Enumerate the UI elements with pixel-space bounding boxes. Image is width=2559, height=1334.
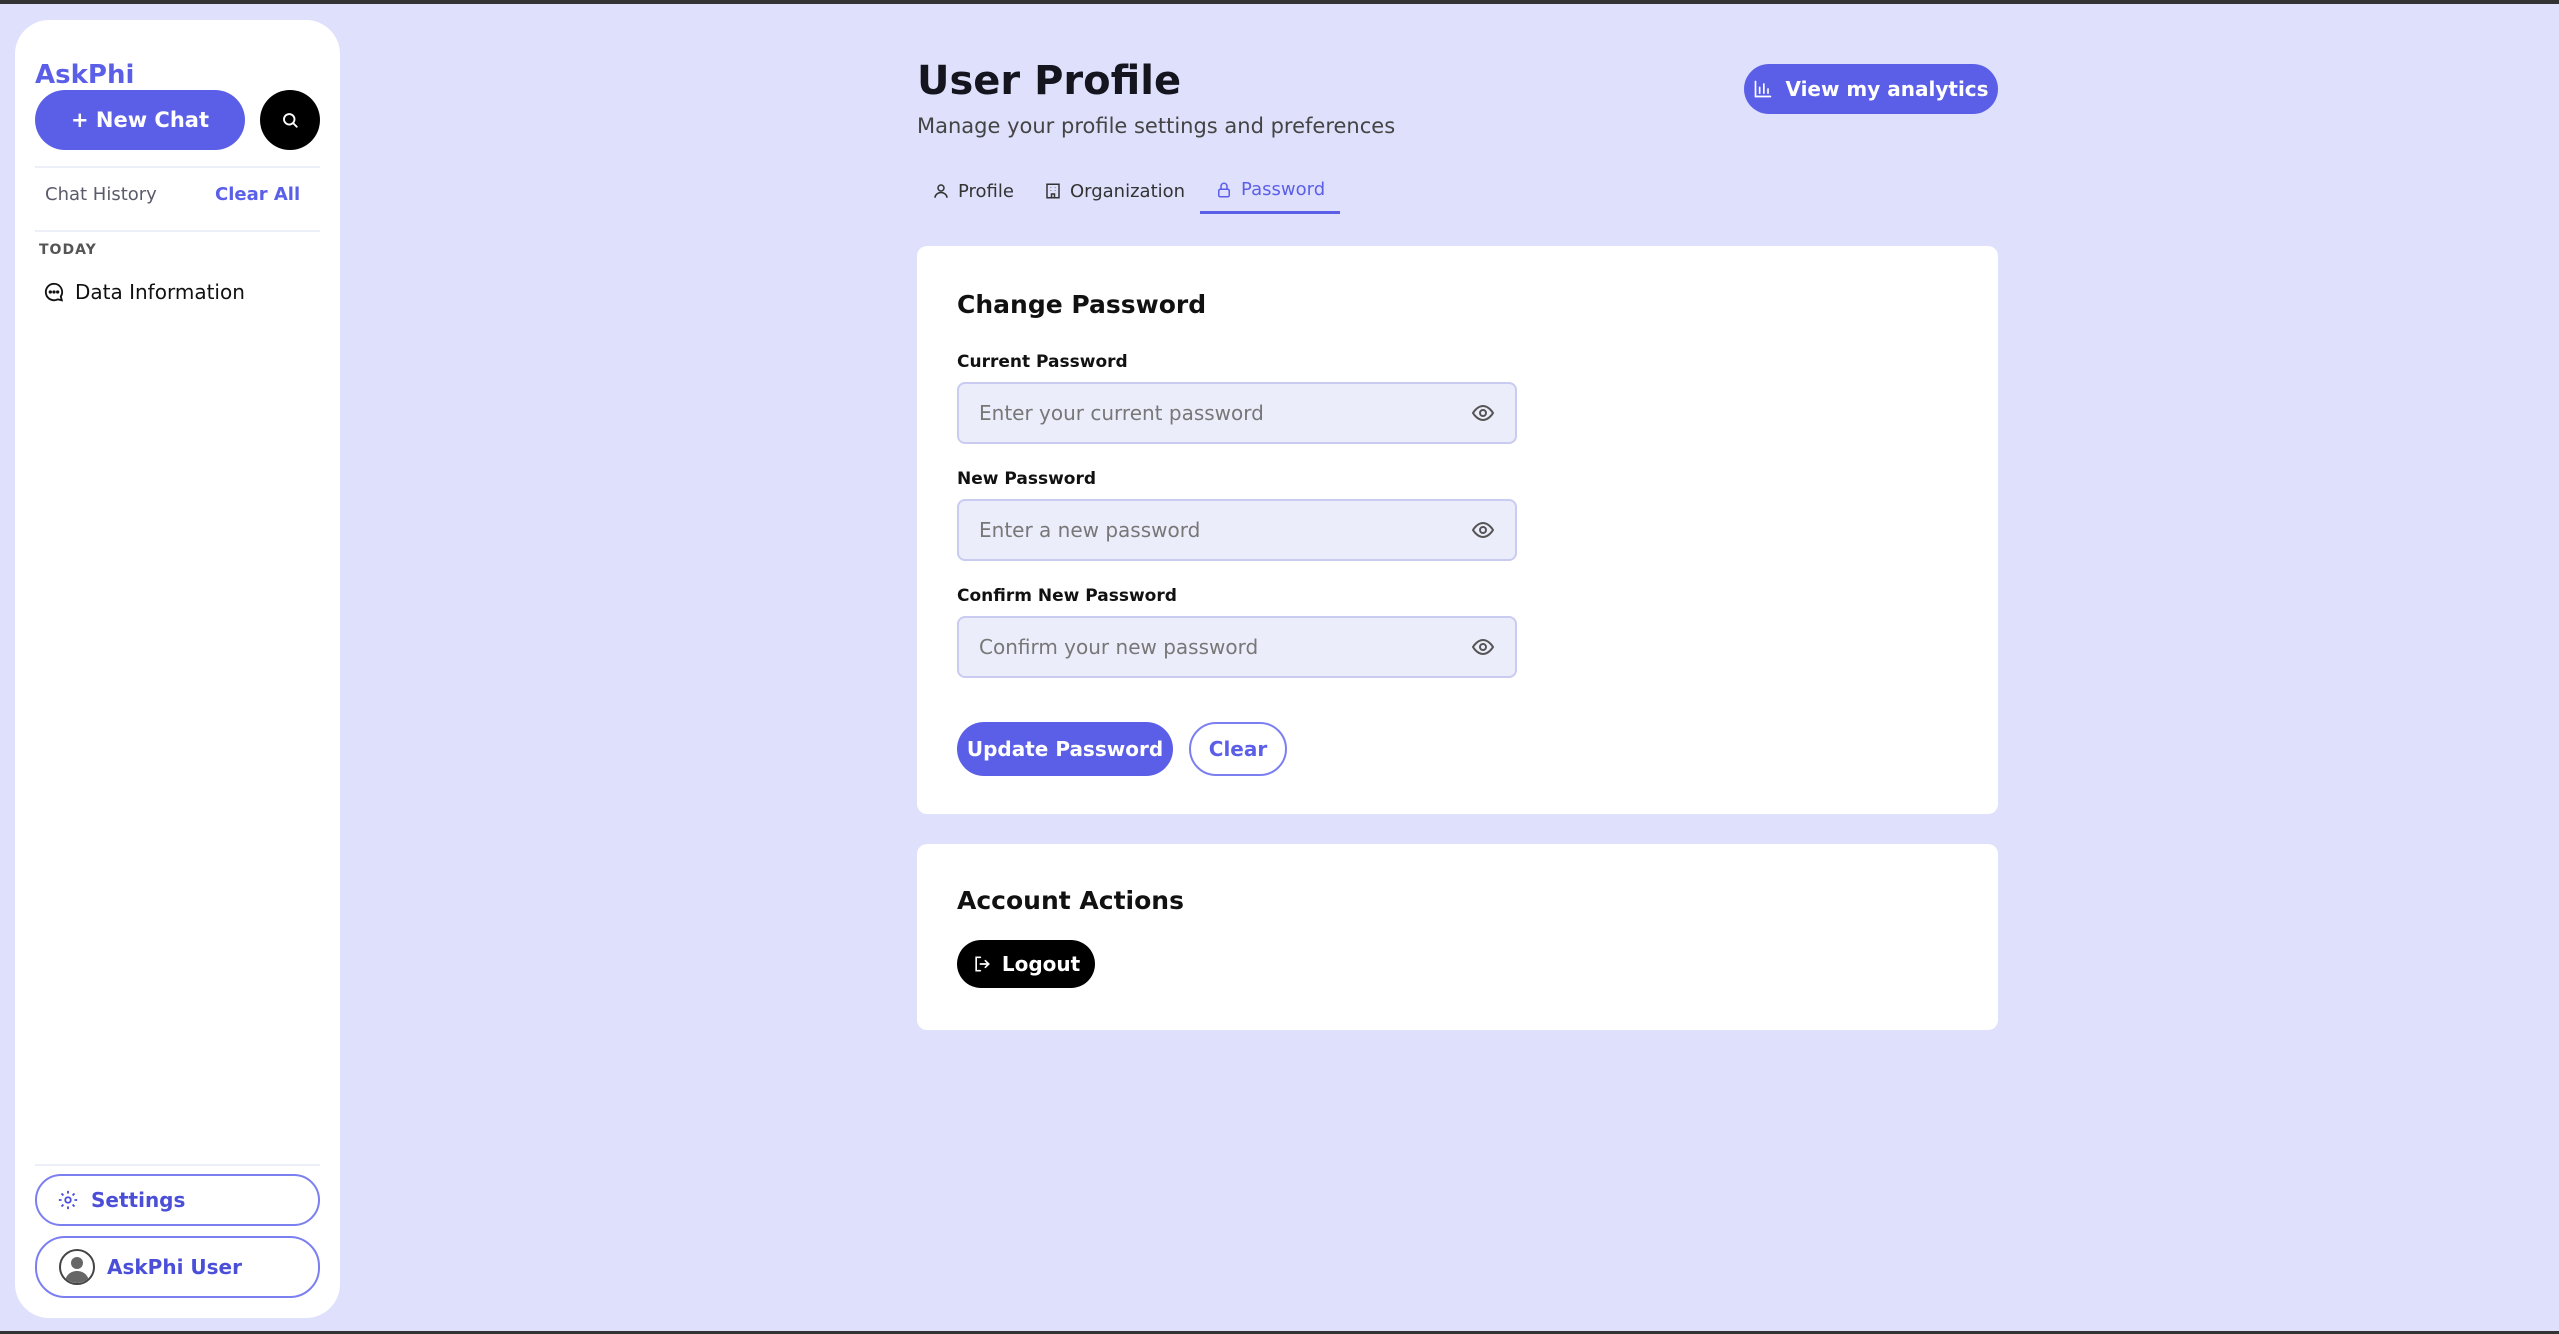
clear-all-link[interactable]: Clear All — [215, 184, 300, 205]
sidebar-divider — [35, 230, 320, 232]
tab-label: Profile — [958, 180, 1014, 202]
section-label-today: TODAY — [39, 242, 97, 258]
clear-button[interactable]: Clear — [1189, 722, 1287, 776]
current-password-input[interactable] — [979, 401, 1449, 425]
history-item-data-information[interactable]: Data Information — [43, 280, 245, 304]
new-password-input[interactable] — [979, 518, 1449, 542]
user-icon — [934, 184, 948, 198]
eye-icon[interactable] — [1471, 518, 1495, 542]
eye-icon[interactable] — [1471, 635, 1495, 659]
chat-history-label: Chat History — [45, 184, 157, 205]
logout-label: Logout — [1001, 952, 1081, 976]
sidebar: AskPhi + New Chat Chat History Clear All… — [15, 20, 340, 1318]
logout-button[interactable]: Logout — [957, 940, 1095, 988]
user-avatar-icon — [65, 1257, 89, 1283]
current-password-field — [957, 382, 1517, 444]
tab-label: Password — [1241, 179, 1326, 200]
tab-label: Organization — [1069, 180, 1186, 202]
search-icon — [283, 113, 298, 128]
tab-password[interactable]: Password — [1200, 168, 1341, 214]
confirm-password-input[interactable] — [979, 635, 1449, 659]
change-password-card: Change Password Current Password New Pas… — [917, 246, 1998, 814]
eye-icon[interactable] — [1471, 401, 1495, 425]
app-logo: AskPhi — [35, 60, 135, 90]
sidebar-divider — [35, 1164, 320, 1166]
tab-organization[interactable]: Organization — [1029, 168, 1200, 214]
lock-icon — [1218, 182, 1231, 197]
user-profile-button[interactable]: AskPhi User — [35, 1236, 320, 1298]
chat-bubble-icon — [44, 282, 64, 302]
logout-icon — [975, 956, 990, 972]
building-icon — [1046, 183, 1060, 199]
view-analytics-button[interactable]: View my analytics — [1744, 64, 1998, 114]
page-title: User Profile — [917, 58, 1182, 104]
new-password-label: New Password — [957, 469, 1097, 489]
history-item-label: Data Information — [75, 280, 245, 304]
profile-tabs: Profile Organization Password — [917, 168, 1341, 216]
analytics-label: View my analytics — [1785, 77, 1989, 101]
page-subtitle: Manage your profile settings and prefere… — [917, 114, 1396, 138]
tab-profile[interactable]: Profile — [917, 168, 1029, 214]
current-password-label: Current Password — [957, 352, 1128, 372]
confirm-password-field — [957, 616, 1517, 678]
window-top-border — [0, 0, 2559, 4]
confirm-password-label: Confirm New Password — [957, 586, 1177, 606]
avatar — [59, 1249, 95, 1285]
gear-icon — [58, 1190, 78, 1210]
new-password-field — [957, 499, 1517, 561]
change-password-title: Change Password — [957, 290, 1207, 319]
search-button[interactable] — [260, 90, 320, 150]
new-chat-button[interactable]: + New Chat — [35, 90, 245, 150]
settings-label: Settings — [91, 1188, 186, 1212]
account-actions-card: Account Actions Logout — [917, 844, 1998, 1030]
account-actions-title: Account Actions — [957, 886, 1184, 915]
sidebar-divider — [35, 166, 320, 168]
user-name: AskPhi User — [107, 1255, 242, 1279]
bar-chart-icon — [1755, 80, 1772, 98]
update-password-button[interactable]: Update Password — [957, 722, 1173, 776]
settings-button[interactable]: Settings — [35, 1174, 320, 1226]
